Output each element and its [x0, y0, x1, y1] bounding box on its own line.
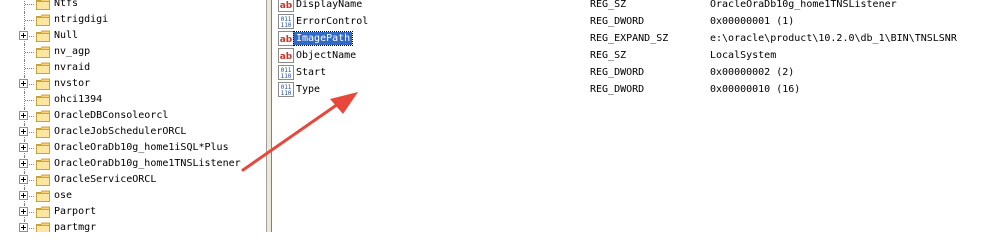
tree-item-label: OracleOraDb10g_home1TNSListener [54, 158, 241, 169]
svg-text:110: 110 [281, 73, 292, 80]
tree-item-label: ntrigdigi [54, 14, 109, 25]
registry-value-row[interactable]: 011 110 ErrorControl REG_DWORD 0x00000001 (1… [272, 13, 987, 30]
tree-connector-line [24, 0, 25, 12]
tree-connector-branch [25, 20, 34, 21]
registry-value-row[interactable]: 011 110 Start REG_DWORD 0x00000002 (2) [272, 64, 987, 81]
folder-icon [36, 190, 50, 202]
expand-plus-icon[interactable] [19, 143, 28, 152]
expand-plus-icon[interactable] [19, 127, 28, 136]
registry-value-row[interactable]: ab ObjectName REG_SZ LocalSystem [272, 47, 987, 64]
string-value-icon: ab [278, 0, 294, 12]
tree-item[interactable]: Parport [0, 204, 266, 220]
tree-item[interactable]: OracleOraDb10g_home1TNSListener [0, 156, 266, 172]
tree-item-label: partmgr [54, 222, 97, 232]
tree-connector-branch [25, 68, 34, 69]
value-name[interactable]: ErrorControl [294, 15, 370, 28]
tree-item[interactable]: OracleOraDb10g_home1iSQL*Plus [0, 140, 266, 156]
tree-item-label: Parport [54, 206, 97, 217]
value-type: REG_SZ [590, 0, 627, 10]
value-name[interactable]: Start [294, 66, 328, 79]
tree-item[interactable]: OracleJobSchedulerORCL [0, 124, 266, 140]
string-value-icon: ab [278, 48, 294, 63]
string-value-icon: ab [278, 31, 294, 46]
expand-plus-icon[interactable] [19, 31, 28, 40]
dword-value-icon: 011 110 [278, 65, 294, 80]
folder-icon [36, 158, 50, 170]
svg-text:ab: ab [280, 52, 293, 62]
expand-plus-icon[interactable] [19, 175, 28, 184]
tree-item[interactable]: ose [0, 188, 266, 204]
value-type: REG_EXPAND_SZ [590, 33, 669, 44]
svg-text:ab: ab [280, 35, 293, 45]
expand-plus-icon[interactable] [19, 111, 28, 120]
dword-value-icon: 011 110 [278, 82, 294, 97]
tree-item-label: OracleJobSchedulerORCL [54, 126, 187, 137]
value-data: 0x00000010 (16) [710, 84, 801, 95]
svg-text:110: 110 [281, 90, 292, 97]
folder-icon [36, 222, 50, 232]
svg-text:110: 110 [281, 22, 292, 29]
tree-item[interactable]: Ntfs [0, 0, 266, 12]
expand-plus-icon[interactable] [19, 207, 28, 216]
tree-item[interactable]: nvraid [0, 60, 266, 76]
folder-icon [36, 94, 50, 106]
registry-key-tree[interactable]: Ntfs ntrigdigi Null nv_agpnvraid nvstor ohci1… [0, 0, 266, 232]
tree-item-label: OracleServiceORCL [54, 174, 157, 185]
registry-values-list[interactable]: ab DisplayName REG_SZ OracleOraDb10g_home1T… [272, 0, 987, 232]
tree-item-label: ose [54, 190, 73, 201]
tree-item-label: OracleOraDb10g_home1iSQL*Plus [54, 142, 229, 153]
tree-item-label: OracleDBConsoleorcl [54, 110, 169, 121]
value-data: 0x00000001 (1) [710, 16, 795, 27]
tree-item-label: nvraid [54, 62, 91, 73]
tree-item[interactable]: nvstor [0, 76, 266, 92]
folder-icon [36, 126, 50, 138]
folder-icon [36, 174, 50, 186]
tree-item-label: nvstor [54, 78, 91, 89]
value-type: REG_DWORD [590, 84, 645, 95]
value-type: REG_SZ [590, 50, 627, 61]
expand-plus-icon[interactable] [19, 79, 28, 88]
tree-connector-branch [25, 100, 34, 101]
expand-plus-icon[interactable] [19, 159, 28, 168]
value-data: OracleOraDb10g_home1TNSListener [710, 0, 897, 10]
tree-item[interactable]: nv_agp [0, 44, 266, 60]
tree-item-label: Null [54, 30, 79, 41]
value-data: e:\oracle\product\10.2.0\db_1\BIN\TNSLSN… [710, 33, 957, 44]
value-data: LocalSystem [710, 50, 777, 61]
expand-plus-icon[interactable] [19, 223, 28, 232]
value-name[interactable]: ObjectName [294, 49, 358, 62]
registry-value-row[interactable]: ab ImagePath REG_EXPAND_SZ e:\oracle\produc… [272, 30, 987, 47]
tree-item[interactable]: Null [0, 28, 266, 44]
tree-item-label: ohci1394 [54, 94, 103, 105]
tree-item[interactable]: ntrigdigi [0, 12, 266, 28]
tree-connector-branch [25, 52, 34, 53]
tree-item-label: nv_agp [54, 46, 91, 57]
folder-icon [36, 206, 50, 218]
tree-item[interactable]: OracleServiceORCL [0, 172, 266, 188]
tree-item[interactable]: OracleDBConsoleorcl [0, 108, 266, 124]
value-name[interactable]: Type [294, 83, 322, 96]
folder-icon [36, 110, 50, 122]
tree-item[interactable]: ohci1394 [0, 92, 266, 108]
folder-icon [36, 142, 50, 154]
folder-icon [36, 62, 50, 74]
value-name[interactable]: ImagePath [292, 31, 354, 46]
value-name[interactable]: DisplayName [294, 0, 364, 11]
dword-value-icon: 011 110 [278, 14, 294, 29]
folder-icon [36, 78, 50, 90]
tree-item-label: Ntfs [54, 0, 79, 9]
folder-icon [36, 30, 50, 42]
registry-value-row[interactable]: ab DisplayName REG_SZ OracleOraDb10g_home1T… [272, 0, 987, 13]
registry-value-row[interactable]: 011 110 Type REG_DWORD 0x00000010 (16) [272, 81, 987, 98]
value-type: REG_DWORD [590, 16, 645, 27]
tree-connector-branch [25, 4, 34, 5]
folder-icon [36, 14, 50, 26]
folder-icon [36, 46, 50, 58]
tree-item[interactable]: partmgr [0, 220, 266, 232]
folder-icon [36, 0, 50, 10]
expand-plus-icon[interactable] [19, 191, 28, 200]
value-data: 0x00000002 (2) [710, 67, 795, 78]
svg-text:ab: ab [280, 1, 293, 11]
value-type: REG_DWORD [590, 67, 645, 78]
